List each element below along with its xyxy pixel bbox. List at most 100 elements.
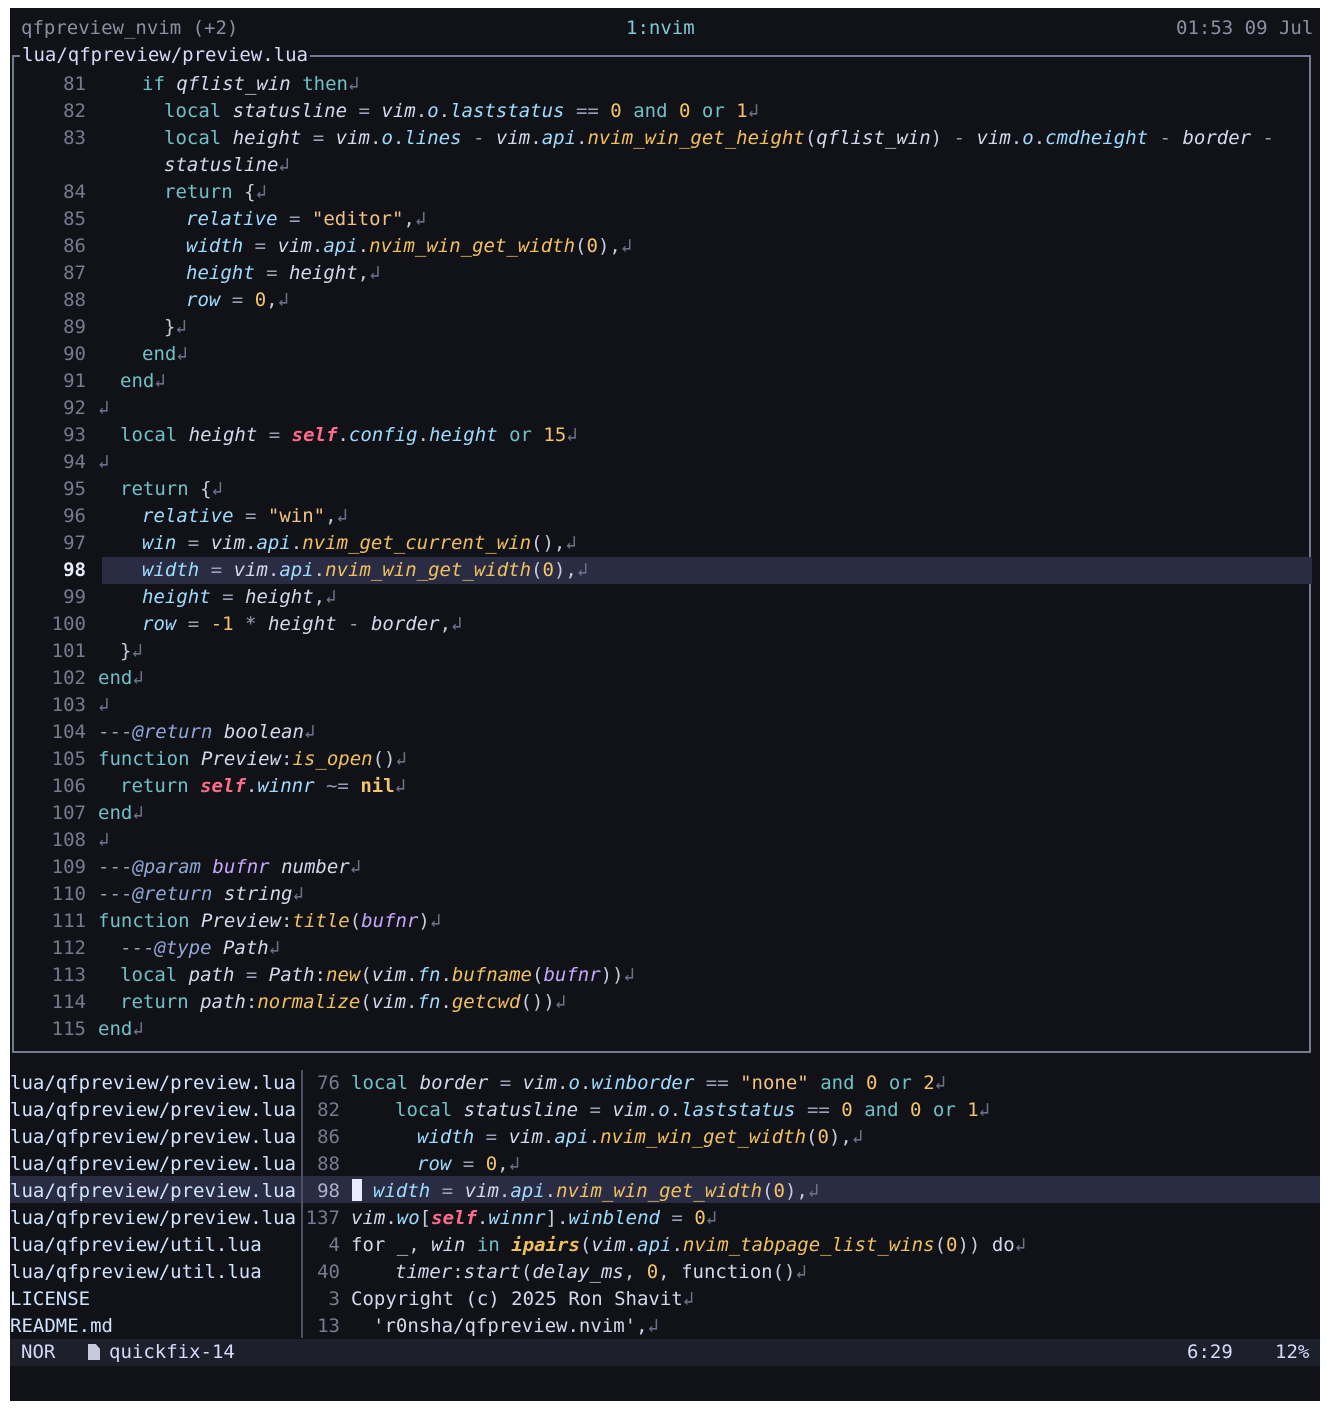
quickfix-file-entry[interactable]: lua/qfpreview/preview.lua [10,1124,296,1151]
code-line: end↲ [98,667,144,689]
line-number: 108 [51,829,86,851]
quickfix-file-entry[interactable]: lua/qfpreview/preview.lua [10,1151,296,1178]
buffer-name: quickfix-14 [109,1341,235,1363]
quickfix-file-entry[interactable]: lua/qfpreview/util.lua [10,1232,262,1259]
line-number: 89 [63,316,86,338]
line-number: 86 [63,235,86,257]
line-number: 91 [63,370,86,392]
code-line: return path:normalize(vim.fn.getcwd())↲ [120,991,567,1013]
window-tab[interactable]: 1:nvim [626,17,695,39]
preview-title: lua/qfpreview/preview.lua [20,44,310,66]
code-line: return self.winnr ~= nil↲ [120,775,407,797]
line-number: 83 [63,127,86,149]
line-number: 98 [63,559,86,581]
code-line: ---@return boolean↲ [98,721,316,743]
quickfix-line-number: 76 [317,1072,340,1094]
line-number: 92 [63,397,86,419]
code-line: end↲ [98,1018,144,1040]
code-line: ↲ [98,397,110,419]
mode-indicator: NOR [21,1341,56,1363]
line-number: 100 [51,613,86,635]
line-number: 95 [63,478,86,500]
quickfix-text-row[interactable]: row = 0,↲ [417,1151,520,1178]
quickfix-text-row[interactable]: for _, win in ipairs(vim.api.nvim_tabpag… [351,1232,1026,1259]
line-number: 107 [51,802,86,824]
quickfix-separator [301,1070,303,1338]
line-number: 104 [51,721,86,743]
code-line: width = vim.api.nvim_win_get_width(0),↲ [186,235,633,257]
quickfix-text-row[interactable]: local border = vim.o.winborder == "none"… [351,1070,946,1097]
quickfix-text-row[interactable]: Copyright (c) 2025 Ron Shavit↲ [351,1286,694,1313]
file-icon [88,1344,100,1360]
quickfix-file-entry[interactable]: lua/qfpreview/preview.lua [10,1097,296,1124]
line-number: 111 [51,910,86,932]
line-number: 113 [51,964,86,986]
line-number: 93 [63,424,86,446]
quickfix-line-number: 137 [305,1207,340,1229]
code-line: }↲ [120,640,143,662]
quickfix-text-row[interactable]: width = vim.api.nvim_win_get_width(0),↲ [417,1124,863,1151]
line-number: 109 [51,856,86,878]
quickfix-line-number: 40 [317,1261,340,1283]
quickfix-line-number: 13 [317,1315,340,1337]
line-number: 94 [63,451,86,473]
clock: 01:53 09 Jul [1176,17,1314,39]
line-number: 114 [51,991,86,1013]
line-number: 115 [51,1018,86,1040]
line-number: 99 [63,586,86,608]
quickfix-file-entry[interactable]: lua/qfpreview/preview.lua [10,1178,296,1205]
line-number: 110 [51,883,86,905]
quickfix-file-entry[interactable]: lua/qfpreview/preview.lua [10,1070,296,1097]
line-number: 106 [51,775,86,797]
code-line: statusline↲ [164,154,290,176]
quickfix-text-row[interactable]: local statusline = vim.o.laststatus == 0… [395,1097,990,1124]
quickfix-text-row[interactable]: timer:start(delay_ms, 0, function()↲ [395,1259,807,1286]
code-line: win = vim.api.nvim_get_current_win(),↲ [142,532,577,554]
quickfix-text-row[interactable]: vim.wo[self.winnr].winblend = 0↲ [351,1205,717,1232]
quickfix-text-row-current[interactable]: width = vim.api.nvim_win_get_width(0),↲ [373,1178,819,1205]
line-number: 88 [63,289,86,311]
line-number: 84 [63,181,86,203]
quickfix-line-number: 88 [317,1153,340,1175]
code-line: local path = Path:new(vim.fn.bufname(buf… [120,964,635,986]
line-number: 105 [51,748,86,770]
code-line: relative = "win",↲ [142,505,348,527]
code-line: return {↲ [120,478,223,500]
code-line: end↲ [120,370,166,392]
session-name[interactable]: qfpreview_nvim (+2) [21,17,238,39]
code-line: function Preview:is_open()↲ [98,748,407,770]
terminal-window: qfpreview_nvim (+2) 1:nvim 01:53 09 Jul … [10,8,1320,1401]
code-line: end↲ [98,802,144,824]
scroll-percent: 12% [1275,1341,1310,1363]
line-number: 85 [63,208,86,230]
code-line: local statusline = vim.o.laststatus == 0… [164,100,760,122]
status-line: NOR quickfix-14 6:29 12% [10,1339,1320,1366]
line-number: 96 [63,505,86,527]
code-line: function Preview:title(bufnr)↲ [98,910,442,932]
code-line: height = height,↲ [186,262,381,284]
quickfix-file-entry[interactable]: LICENSE [10,1286,90,1313]
quickfix-line-number: 4 [328,1234,340,1256]
code-line: relative = "editor",↲ [186,208,427,230]
quickfix-line-number: 3 [328,1288,340,1310]
line-number: 87 [63,262,86,284]
quickfix-line-number: 98 [317,1180,340,1202]
code-line: row = 0,↲ [186,289,290,311]
code-line: ---@type Path↲ [120,937,281,959]
code-line: row = -1 * height - border,↲ [142,613,463,635]
line-number: 82 [63,100,86,122]
quickfix-file-entry[interactable]: lua/qfpreview/util.lua [10,1259,262,1286]
cursor-position: 6:29 [1187,1341,1233,1363]
line-number: 102 [51,667,86,689]
quickfix-line-number: 82 [317,1099,340,1121]
code-line: ↲ [98,829,110,851]
quickfix-text-row[interactable]: 'r0nsha/qfpreview.nvim',↲ [373,1313,659,1340]
code-line: end↲ [142,343,188,365]
code-line: ↲ [98,451,110,473]
code-line: ---@param bufnr number↲ [98,856,362,878]
line-number: 81 [63,73,86,95]
code-line: ---@return string↲ [98,883,304,905]
line-number: 103 [51,694,86,716]
quickfix-file-entry[interactable]: README.md [10,1313,113,1340]
quickfix-file-entry[interactable]: lua/qfpreview/preview.lua [10,1205,296,1232]
